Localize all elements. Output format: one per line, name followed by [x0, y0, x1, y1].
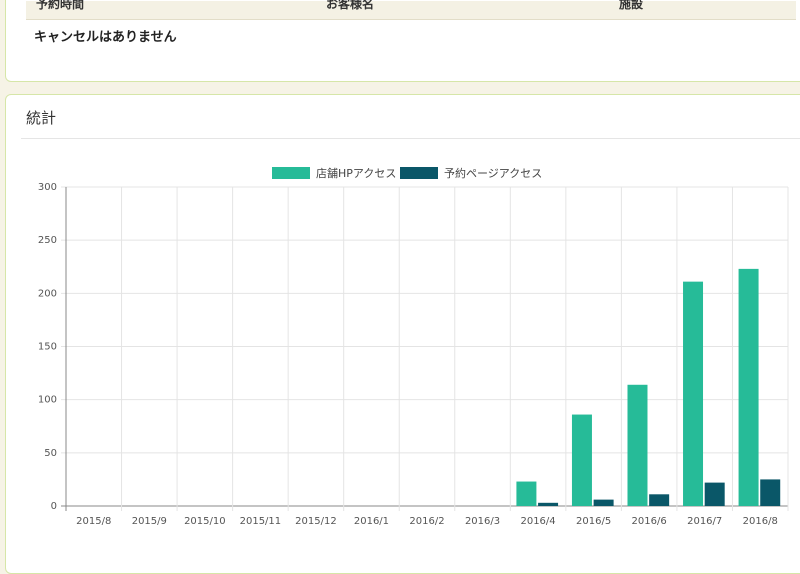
y-tick-label: 250 — [38, 235, 57, 246]
y-tick-label: 50 — [44, 448, 57, 459]
bar-store-hp — [683, 281, 704, 506]
bar-reserve-page — [704, 482, 725, 506]
bar-store-hp — [571, 414, 592, 506]
x-tick-label: 2015/10 — [184, 516, 226, 527]
x-tick-label: 2016/2 — [409, 516, 444, 527]
y-tick-label: 100 — [38, 395, 57, 406]
y-tick-label: 300 — [38, 182, 57, 193]
y-tick-label: 200 — [38, 288, 57, 299]
access-bar-chart: 0 50 100 150 200 250 300 2015/8 2015/9 2015/10 201… — [38, 166, 789, 527]
bar-reserve-page — [760, 479, 781, 506]
x-tick-label: 2015/8 — [76, 516, 111, 527]
y-tick-label: 0 — [51, 501, 57, 512]
legend-swatch — [400, 167, 438, 179]
legend-label: 予約ページアクセス — [444, 166, 542, 180]
x-tick-label: 2015/11 — [240, 516, 282, 527]
y-tick-label: 150 — [38, 342, 57, 353]
x-tick-label: 2016/8 — [743, 516, 778, 527]
x-tick-label: 2016/4 — [520, 516, 555, 527]
bar-store-hp — [516, 481, 537, 506]
bar-reserve-page — [538, 502, 559, 506]
x-tick-label: 2015/9 — [132, 516, 167, 527]
legend-label: 店舗HPアクセス — [316, 166, 396, 180]
x-tick-label: 2016/6 — [632, 516, 667, 527]
x-tick-label: 2016/3 — [465, 516, 500, 527]
x-tick-label: 2015/12 — [295, 516, 337, 527]
legend-swatch — [272, 167, 310, 179]
bar-store-hp — [627, 384, 648, 506]
x-tick-label: 2016/7 — [687, 516, 722, 527]
x-tick-label: 2016/5 — [576, 516, 611, 527]
bar-reserve-page — [593, 499, 614, 506]
bar-reserve-page — [649, 494, 670, 506]
bar-store-hp — [738, 268, 759, 506]
x-tick-label: 2016/1 — [354, 516, 389, 527]
